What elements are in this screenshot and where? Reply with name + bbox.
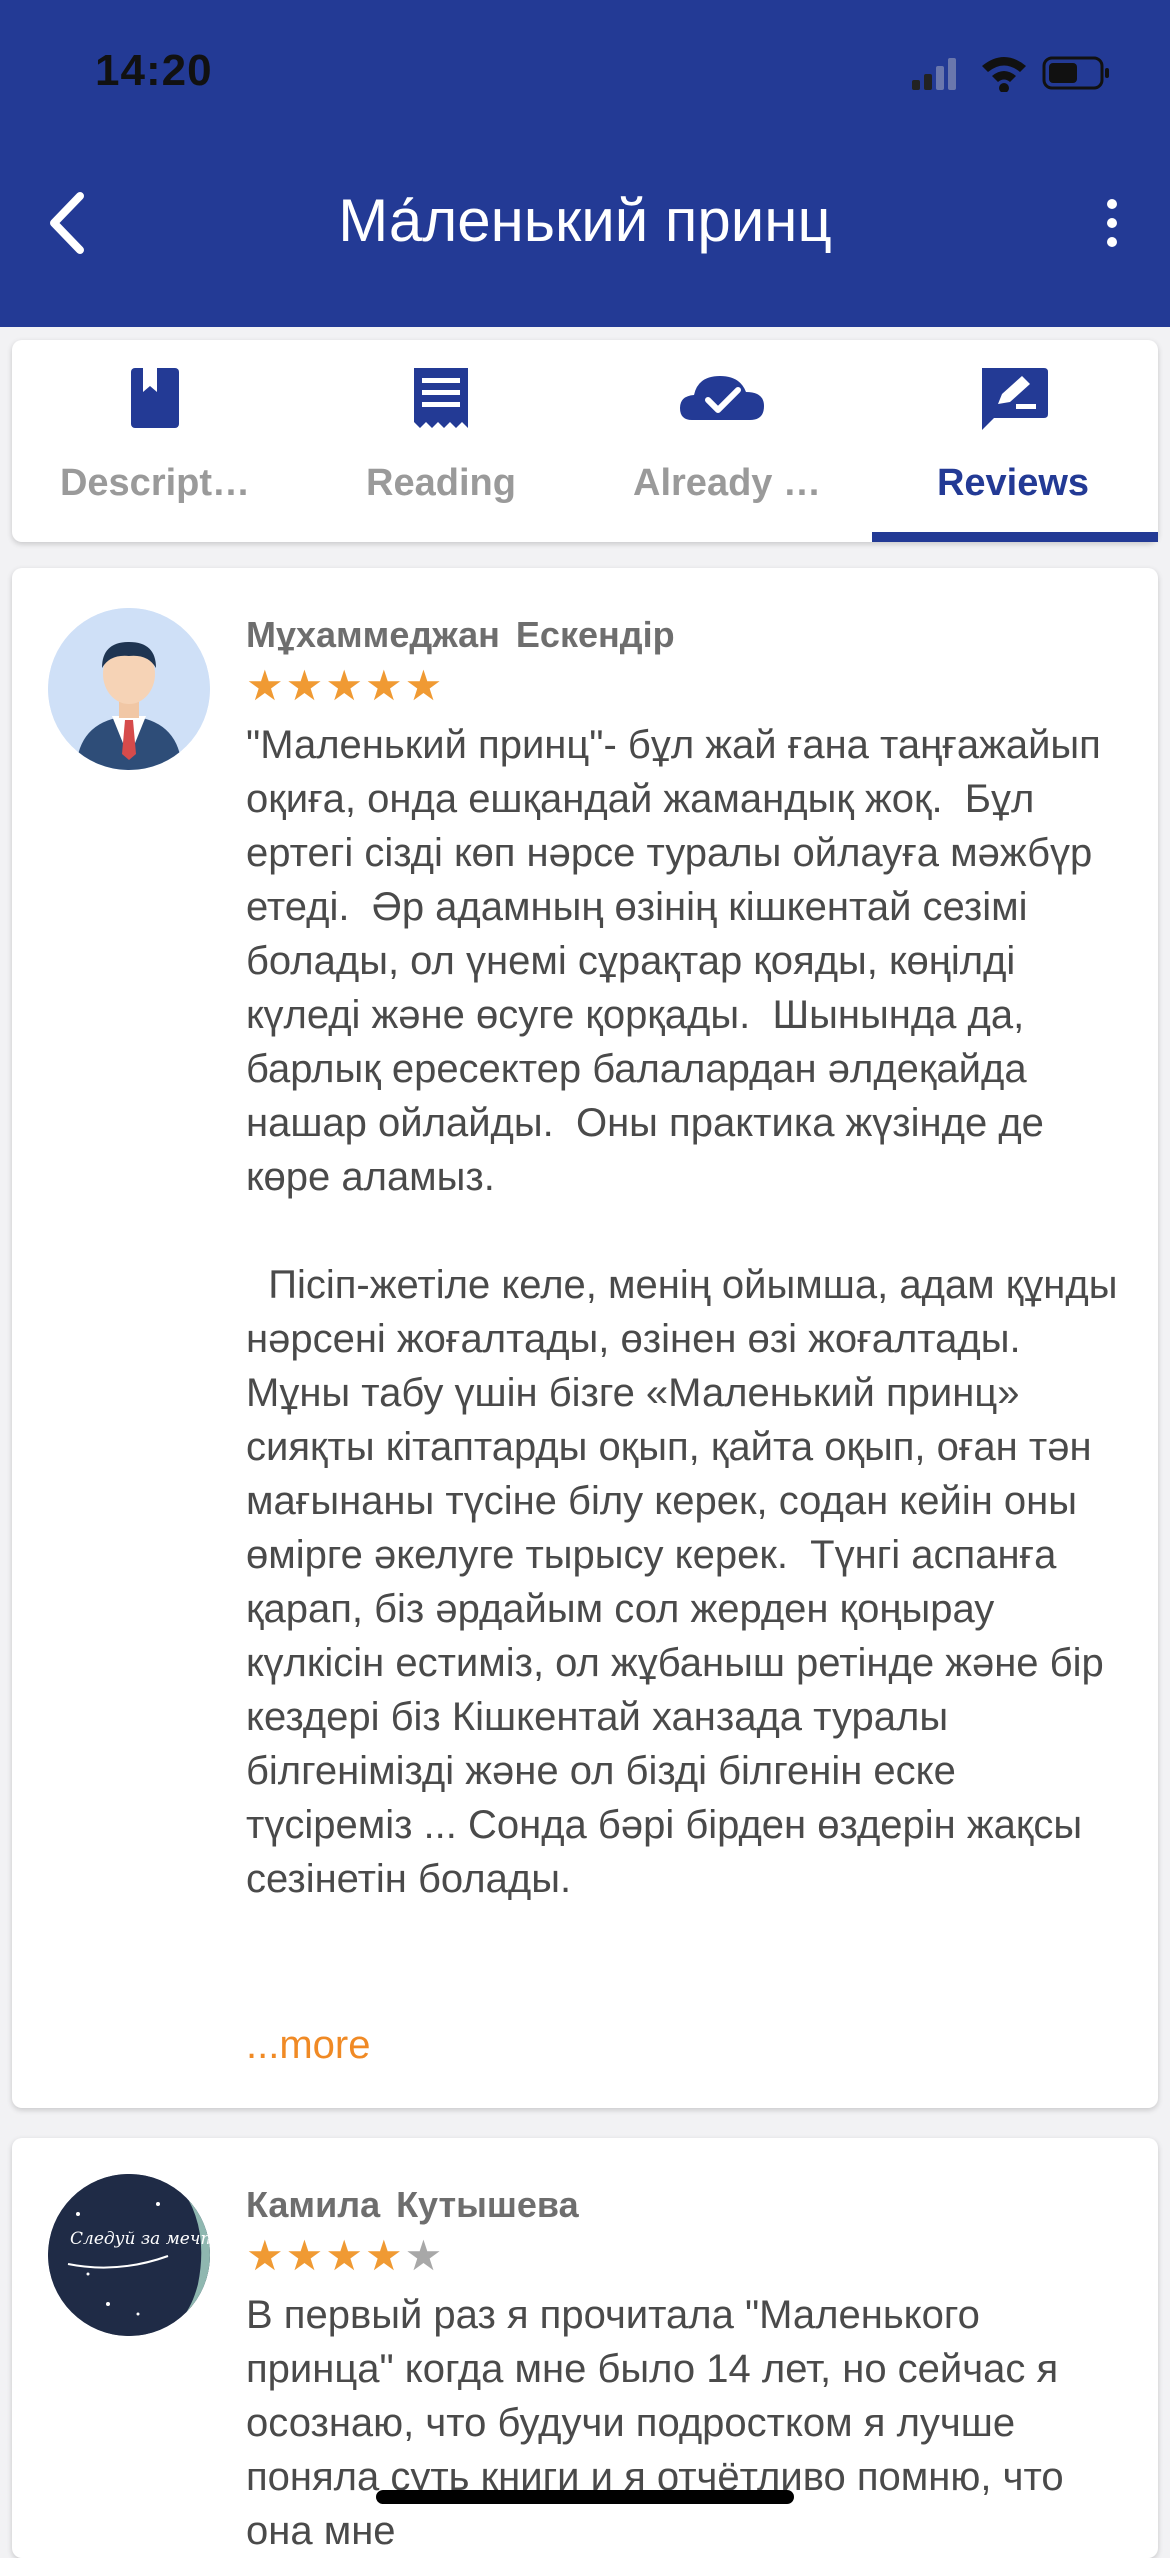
- active-tab-indicator: [872, 532, 1158, 542]
- tab-bar: Descript… Reading Already … Reviews: [12, 340, 1158, 542]
- more-link[interactable]: ...more: [246, 2018, 370, 2072]
- star-icon: ★: [364, 2232, 403, 2279]
- page-title: Ма́ленький принц: [338, 187, 832, 254]
- tab-already-read[interactable]: Already …: [584, 340, 870, 542]
- star-icon: ★: [364, 662, 403, 709]
- star-icon: ★: [404, 662, 443, 709]
- signal-icon: [912, 58, 956, 90]
- star-icon: ★: [246, 662, 284, 709]
- receipt-icon: [414, 368, 468, 428]
- status-time: 14:20: [95, 46, 213, 95]
- star-icon: ★: [325, 662, 363, 709]
- tab-reviews[interactable]: Reviews: [870, 340, 1156, 542]
- star-rating: ★★★★★: [246, 664, 444, 708]
- reviewer-name: Мұхаммеджан Ескендір: [246, 614, 675, 655]
- avatar: Следуй за мечтами: [48, 2174, 210, 2336]
- app-header: 14:20 Ма́ленький принц: [0, 0, 1170, 327]
- cloud-check-icon: [680, 376, 764, 420]
- avatar-text: Следуй за мечтами: [70, 2229, 210, 2249]
- home-indicator[interactable]: [376, 2490, 794, 2504]
- tab-description[interactable]: Descript…: [12, 340, 298, 542]
- star-icon: ★: [246, 2232, 284, 2279]
- book-icon: [131, 368, 179, 428]
- star-icon: ★: [285, 662, 324, 709]
- wifi-icon: [982, 57, 1026, 92]
- star-icon: ★: [404, 2232, 443, 2279]
- review-text: "Маленький принц"- бұл жай ғана таңғажай…: [246, 723, 1118, 1901]
- tab-reading[interactable]: Reading: [298, 340, 584, 542]
- quote-avatar-image: Следуй за мечтами: [48, 2174, 210, 2336]
- star-rating: ★★★★★: [246, 2234, 444, 2278]
- review-card: Мұхаммеджан Ескендір ★★★★★ "Маленький пр…: [12, 568, 1158, 2108]
- status-icons: [912, 56, 1109, 92]
- star-icon: ★: [325, 2232, 363, 2279]
- reviewer-name: Камила Кутышева: [246, 2184, 579, 2225]
- man-avatar-icon: [48, 608, 210, 770]
- edit-comment-icon: [982, 368, 1048, 430]
- review-text: В первый раз я прочитала "Маленького при…: [246, 2293, 1075, 2553]
- battery-icon: [1042, 56, 1109, 90]
- avatar: [48, 608, 210, 770]
- more-options-icon[interactable]: [1102, 198, 1122, 248]
- star-icon: ★: [285, 2232, 324, 2279]
